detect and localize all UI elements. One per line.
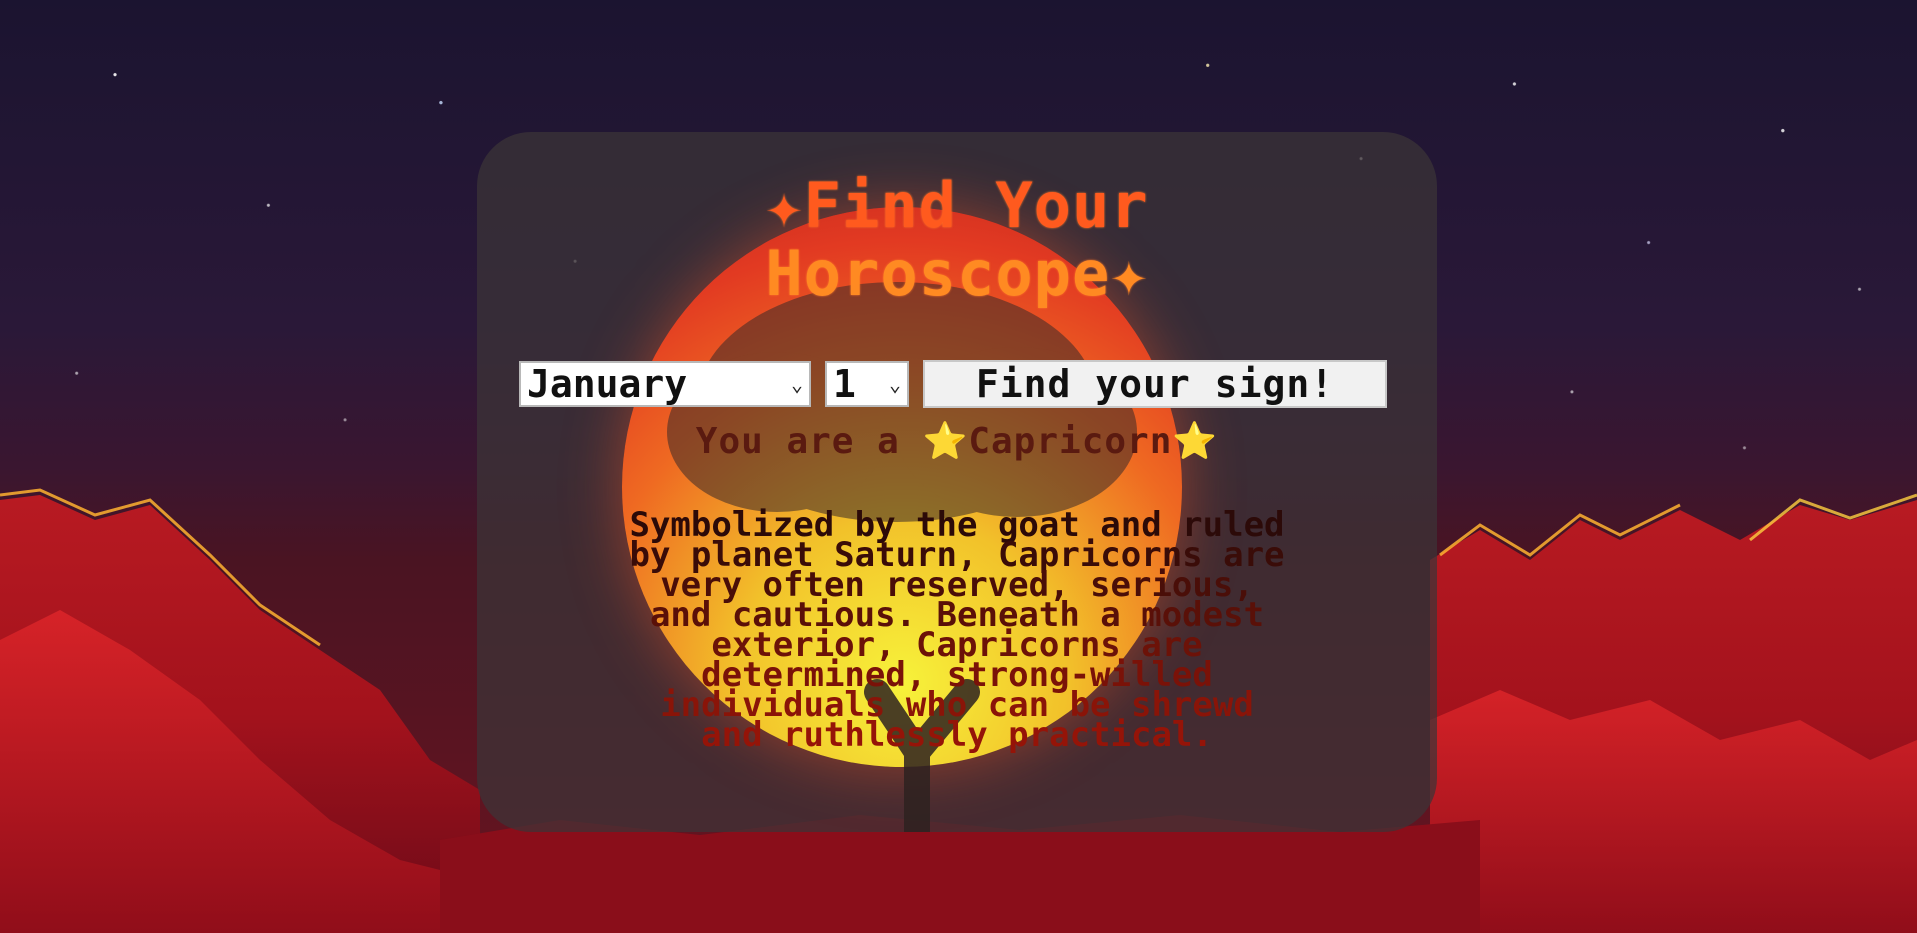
day-select-value: 1 — [833, 362, 856, 406]
title-line-1: ✦Find Your — [765, 169, 1149, 242]
month-select-value: January — [527, 362, 688, 406]
sign-description: Symbolized by the goat and ruled by plan… — [477, 508, 1437, 755]
horoscope-card: ✦Find Your Horoscope✦ January ⌄ 1 ⌄ Find… — [477, 132, 1437, 832]
chevron-down-icon: ⌄ — [790, 372, 803, 396]
result-text: You are a ⭐Capricorn⭐ — [695, 421, 1219, 462]
chevron-down-icon: ⌄ — [888, 372, 901, 396]
find-sign-button[interactable]: Find your sign! — [923, 360, 1387, 408]
title-line-2: Horoscope✦ — [765, 237, 1149, 310]
month-select[interactable]: January ⌄ — [519, 361, 811, 407]
day-select[interactable]: 1 ⌄ — [825, 361, 909, 407]
sign-form: January ⌄ 1 ⌄ Find your sign! — [519, 360, 1387, 408]
description-line: and ruthlessly practical. — [701, 715, 1213, 755]
page-title: ✦Find Your Horoscope✦ — [477, 172, 1437, 308]
